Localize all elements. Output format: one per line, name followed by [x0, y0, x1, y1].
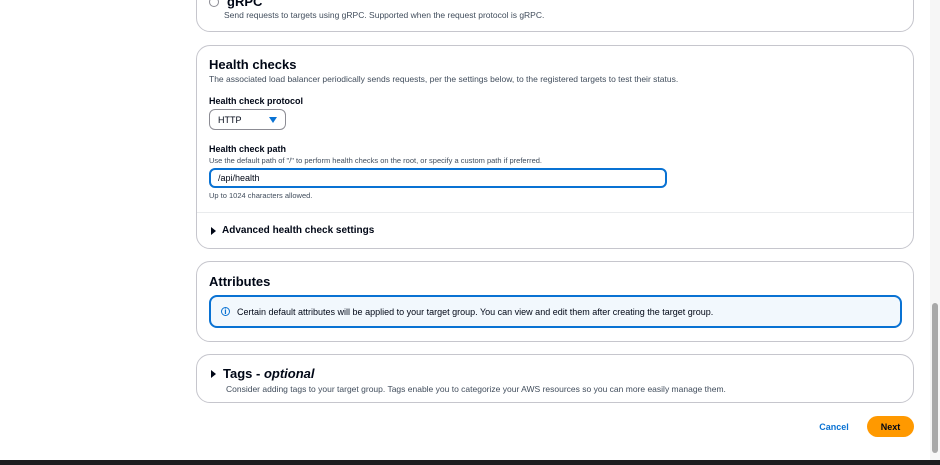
protocol-version-card: gRPC Send requests to targets using gRPC… — [196, 0, 914, 32]
health-check-protocol-label: Health check protocol — [209, 96, 304, 106]
attributes-title: Attributes — [209, 274, 271, 289]
caret-down-icon — [269, 116, 277, 123]
attributes-card: Attributes i Certain default attributes … — [196, 261, 914, 342]
health-checks-card: Health checks The associated load balanc… — [196, 45, 914, 249]
tags-optional-text: optional — [263, 366, 315, 381]
health-check-protocol-select[interactable]: HTTP — [209, 109, 286, 130]
triangle-right-icon — [211, 369, 216, 378]
info-icon: i — [221, 307, 230, 316]
health-check-protocol-value: HTTP — [218, 114, 242, 125]
bottom-bar — [0, 460, 940, 465]
health-check-path-constraint: Up to 1024 characters allowed. — [209, 191, 313, 200]
next-button[interactable]: Next — [867, 416, 914, 437]
health-check-path-label: Health check path — [209, 144, 287, 154]
grpc-radio-label: gRPC — [227, 0, 263, 9]
tags-description: Consider adding tags to your target grou… — [226, 384, 726, 394]
page: gRPC Send requests to targets using gRPC… — [0, 0, 940, 465]
attributes-info-text: Certain default attributes will be appli… — [237, 306, 714, 317]
tags-title-text: Tags - — [223, 366, 261, 381]
scrollbar-thumb[interactable] — [932, 303, 938, 453]
radio-icon[interactable] — [209, 0, 219, 7]
divider — [197, 212, 913, 213]
health-checks-title: Health checks — [209, 57, 297, 72]
advanced-health-check-settings-label: Advanced health check settings — [222, 225, 375, 236]
cancel-button[interactable]: Cancel — [806, 417, 862, 437]
attributes-info-alert: i Certain default attributes will be app… — [209, 295, 902, 328]
health-check-path-hint: Use the default path of "/" to perform h… — [209, 156, 542, 165]
grpc-radio-description: Send requests to targets using gRPC. Sup… — [224, 10, 545, 20]
tags-title: Tags - optional — [223, 366, 315, 381]
health-checks-description: The associated load balancer periodicall… — [209, 74, 679, 84]
grpc-radio-row[interactable]: gRPC — [209, 0, 262, 9]
health-check-path-input[interactable] — [209, 168, 667, 188]
triangle-right-icon — [211, 226, 216, 235]
tags-expander[interactable]: Tags - optional — [211, 366, 315, 381]
tags-card: Tags - optional Consider adding tags to … — [196, 354, 914, 403]
advanced-health-check-settings-expander[interactable]: Advanced health check settings — [211, 225, 374, 236]
